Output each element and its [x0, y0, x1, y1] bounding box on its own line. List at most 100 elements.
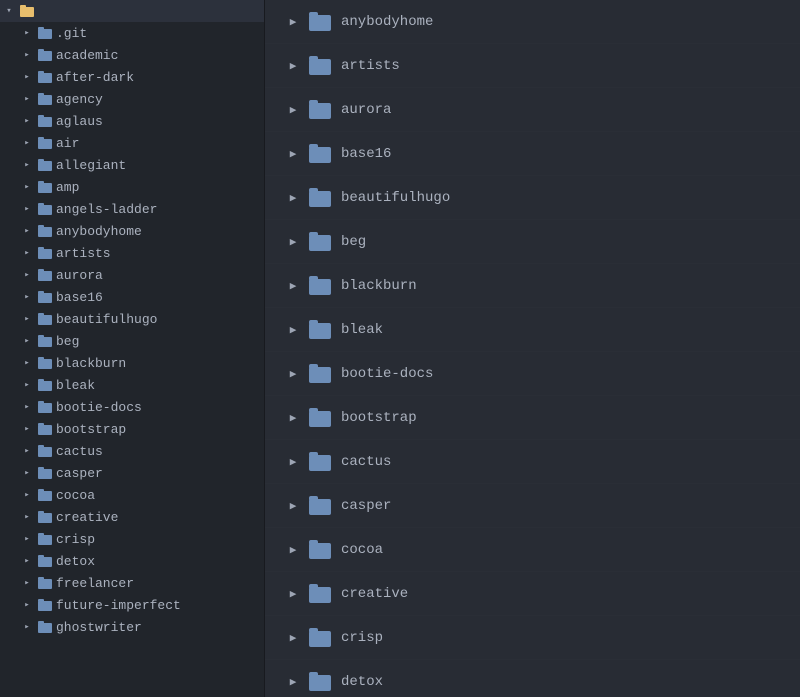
list-item[interactable]: ▶ anybodyhome — [265, 0, 800, 44]
folder-icon — [37, 509, 53, 525]
tree-item[interactable]: ▸ aurora — [0, 264, 264, 286]
list-item-label: casper — [341, 498, 391, 514]
tree-root-themes[interactable]: ▾ — [0, 0, 264, 22]
tree-item[interactable]: ▸ detox — [0, 550, 264, 572]
tree-item-label: academic — [56, 48, 118, 63]
tree-item[interactable]: ▸ casper — [0, 462, 264, 484]
tree-item[interactable]: ▸ artists — [0, 242, 264, 264]
tree-item[interactable]: ▸ base16 — [0, 286, 264, 308]
chevron-right-icon: ▶ — [285, 234, 301, 250]
folder-icon — [309, 451, 331, 473]
tree-item[interactable]: ▸ bootstrap — [0, 418, 264, 440]
tree-item[interactable]: ▸ blackburn — [0, 352, 264, 374]
list-item[interactable]: ▶ base16 — [265, 132, 800, 176]
list-item[interactable]: ▶ cocoa — [265, 528, 800, 572]
list-item[interactable]: ▶ aurora — [265, 88, 800, 132]
chevron-right-icon: ▸ — [20, 576, 34, 590]
tree-item[interactable]: ▸ amp — [0, 176, 264, 198]
tree-item-label: amp — [56, 180, 79, 195]
chevron-right-icon: ▶ — [285, 366, 301, 382]
chevron-right-icon: ▸ — [20, 180, 34, 194]
tree-item[interactable]: ▸ after-dark — [0, 66, 264, 88]
chevron-right-icon: ▸ — [20, 48, 34, 62]
folder-icon — [37, 47, 53, 63]
chevron-right-icon: ▶ — [285, 58, 301, 74]
folder-icon — [37, 355, 53, 371]
chevron-right-icon: ▸ — [20, 268, 34, 282]
tree-item-label: air — [56, 136, 79, 151]
tree-item-label: artists — [56, 246, 111, 261]
tree-item[interactable]: ▸ bootie-docs — [0, 396, 264, 418]
list-item[interactable]: ▶ casper — [265, 484, 800, 528]
chevron-right-icon: ▶ — [285, 190, 301, 206]
list-item-label: base16 — [341, 146, 391, 162]
list-item-label: creative — [341, 586, 408, 602]
chevron-right-icon: ▸ — [20, 444, 34, 458]
list-item[interactable]: ▶ beg — [265, 220, 800, 264]
tree-item[interactable]: ▸ creative — [0, 506, 264, 528]
tree-item[interactable]: ▸ ghostwriter — [0, 616, 264, 638]
chevron-right-icon: ▶ — [285, 454, 301, 470]
folder-icon — [37, 289, 53, 305]
chevron-right-icon: ▸ — [20, 488, 34, 502]
tree-item[interactable]: ▸ future-imperfect — [0, 594, 264, 616]
chevron-right-icon: ▸ — [20, 92, 34, 106]
right-list-items: ▶ anybodyhome ▶ artists ▶ — [265, 0, 800, 697]
chevron-right-icon: ▸ — [20, 378, 34, 392]
list-item[interactable]: ▶ beautifulhugo — [265, 176, 800, 220]
tree-item[interactable]: ▸ agency — [0, 88, 264, 110]
list-item-label: aurora — [341, 102, 391, 118]
folder-icon — [309, 187, 331, 209]
folder-icon — [37, 575, 53, 591]
list-item[interactable]: ▶ creative — [265, 572, 800, 616]
list-item[interactable]: ▶ bootstrap — [265, 396, 800, 440]
tree-item-label: base16 — [56, 290, 103, 305]
chevron-right-icon: ▶ — [285, 498, 301, 514]
tree-item[interactable]: ▸ cocoa — [0, 484, 264, 506]
tree-item[interactable]: ▸ anybodyhome — [0, 220, 264, 242]
tree-item[interactable]: ▸ angels-ladder — [0, 198, 264, 220]
list-item[interactable]: ▶ blackburn — [265, 264, 800, 308]
tree-item-label: bootstrap — [56, 422, 126, 437]
tree-item[interactable]: ▸ beautifulhugo — [0, 308, 264, 330]
chevron-right-icon: ▶ — [285, 630, 301, 646]
list-item-label: beautifulhugo — [341, 190, 450, 206]
chevron-right-icon: ▸ — [20, 202, 34, 216]
chevron-down-icon: ▾ — [2, 4, 16, 18]
chevron-right-icon: ▸ — [20, 26, 34, 40]
folder-icon — [309, 231, 331, 253]
folder-icon — [309, 275, 331, 297]
tree-item[interactable]: ▸ academic — [0, 44, 264, 66]
tree-item[interactable]: ▸ beg — [0, 330, 264, 352]
tree-item[interactable]: ▸ air — [0, 132, 264, 154]
tree-item-label: freelancer — [56, 576, 134, 591]
tree-item-label: aglaus — [56, 114, 103, 129]
list-item[interactable]: ▶ cactus — [265, 440, 800, 484]
list-item[interactable]: ▶ detox — [265, 660, 800, 697]
tree-item[interactable]: ▸ .git — [0, 22, 264, 44]
list-item-label: bootie-docs — [341, 366, 433, 382]
tree-item[interactable]: ▸ allegiant — [0, 154, 264, 176]
tree-item[interactable]: ▸ bleak — [0, 374, 264, 396]
folder-icon — [309, 495, 331, 517]
tree-item[interactable]: ▸ crisp — [0, 528, 264, 550]
tree-item-label: future-imperfect — [56, 598, 181, 613]
folder-icon — [37, 553, 53, 569]
chevron-right-icon: ▸ — [20, 532, 34, 546]
list-item-label: beg — [341, 234, 366, 250]
tree-item[interactable]: ▸ aglaus — [0, 110, 264, 132]
tree-item-label: beautifulhugo — [56, 312, 157, 327]
folder-icon — [309, 319, 331, 341]
chevron-right-icon: ▶ — [285, 322, 301, 338]
tree-item[interactable]: ▸ cactus — [0, 440, 264, 462]
folder-icon — [37, 157, 53, 173]
list-item[interactable]: ▶ artists — [265, 44, 800, 88]
list-item[interactable]: ▶ bootie-docs — [265, 352, 800, 396]
list-item-label: bootstrap — [341, 410, 417, 426]
tree-item-label: beg — [56, 334, 79, 349]
folder-icon — [37, 399, 53, 415]
tree-item[interactable]: ▸ freelancer — [0, 572, 264, 594]
list-item[interactable]: ▶ crisp — [265, 616, 800, 660]
folder-icon — [37, 69, 53, 85]
list-item[interactable]: ▶ bleak — [265, 308, 800, 352]
